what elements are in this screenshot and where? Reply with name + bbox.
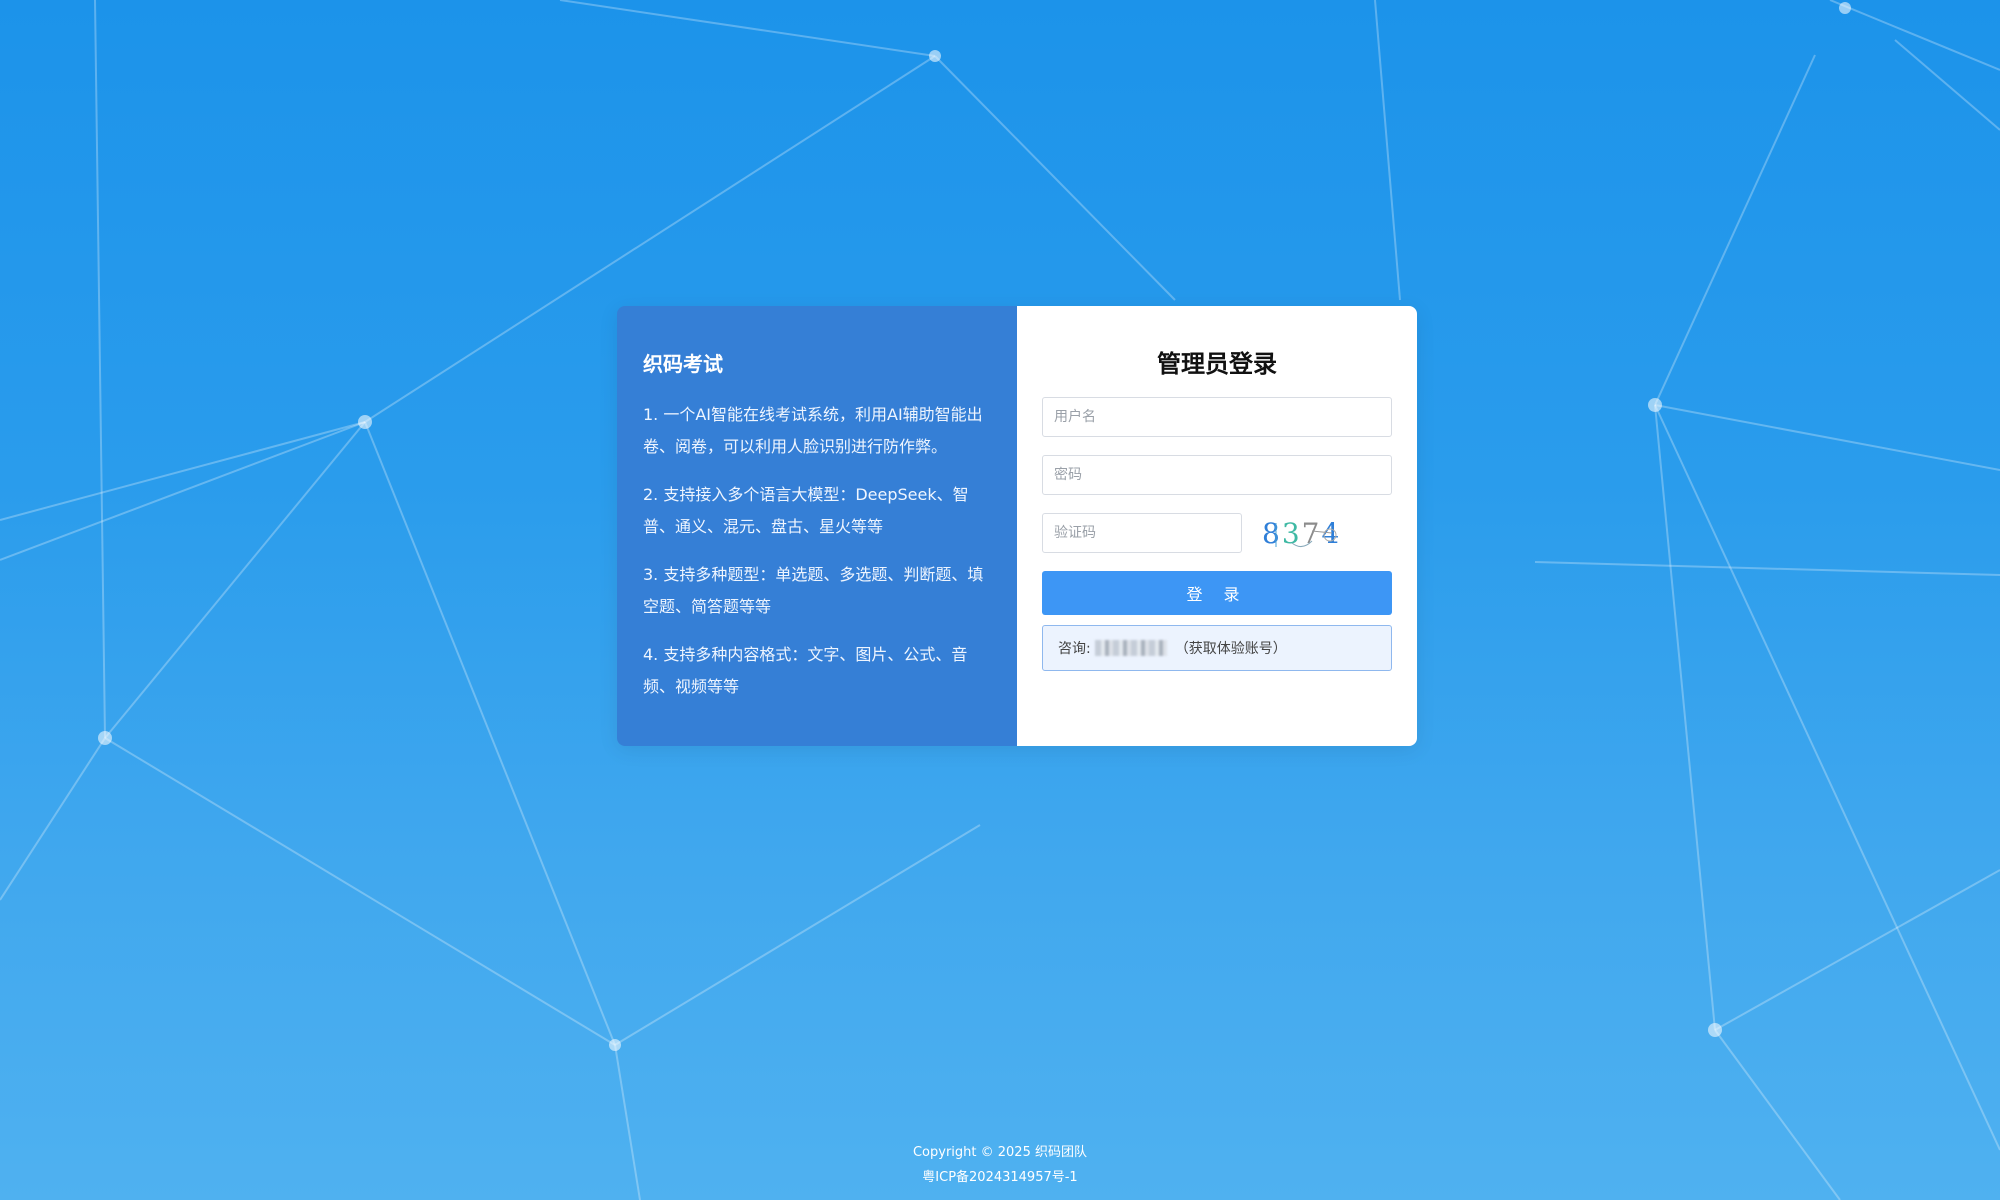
- intro-item-3: 3. 支持多种题型：单选题、多选题、判断题、填空题、简答题等等: [643, 565, 984, 616]
- icp-link[interactable]: 粤ICP备2024314957号-1: [0, 1165, 2000, 1190]
- captcha-noise: [1275, 523, 1337, 547]
- login-title: 管理员登录: [1157, 350, 1277, 378]
- footer: Copyright © 2025 织码团队 粤ICP备2024314957号-1: [0, 1140, 2000, 1190]
- password-input[interactable]: [1042, 455, 1392, 495]
- redacted-contact: [1094, 640, 1167, 656]
- intro-item-4: 4. 支持多种内容格式：文字、图片、公式、音频、视频等等: [643, 645, 968, 696]
- login-panel: 管理员登录 8 3 7 4 登 录 咨询: （获取体验账号）: [1017, 306, 1417, 746]
- intro-title: 织码考试: [643, 352, 723, 376]
- username-input[interactable]: [1042, 397, 1392, 437]
- consult-hint: （获取体验账号）: [1174, 641, 1287, 657]
- captcha-input[interactable]: [1042, 513, 1242, 553]
- consult-label: 咨询:: [1058, 641, 1091, 657]
- captcha-image[interactable]: 8 3 7 4: [1262, 513, 1352, 553]
- intro-panel: 织码考试 1. 一个AI智能在线考试系统，利用AI辅助智能出卷、阅卷，可以利用人…: [617, 306, 1017, 746]
- copyright-text: Copyright © 2025 织码团队: [912, 1145, 1087, 1160]
- login-button[interactable]: 登 录: [1042, 571, 1392, 615]
- consult-box: 咨询: （获取体验账号）: [1042, 625, 1392, 671]
- captcha-row: 8 3 7 4: [1042, 513, 1392, 553]
- login-card: 织码考试 1. 一个AI智能在线考试系统，利用AI辅助智能出卷、阅卷，可以利用人…: [617, 306, 1417, 746]
- intro-item-2: 2. 支持接入多个语言大模型：DeepSeek、智普、通义、混元、盘古、星火等等: [643, 485, 969, 536]
- intro-item-1: 1. 一个AI智能在线考试系统，利用AI辅助智能出卷、阅卷，可以利用人脸识别进行…: [643, 405, 983, 456]
